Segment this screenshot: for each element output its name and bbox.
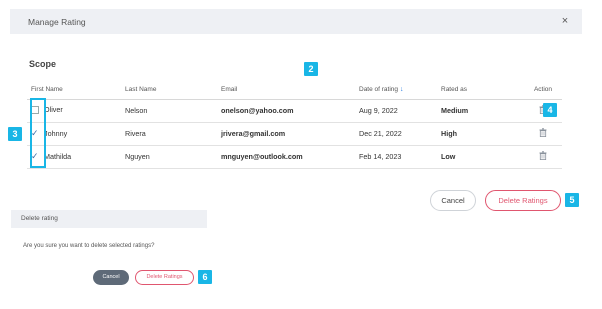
scope-title: Scope: [29, 59, 57, 69]
date-cell: Feb 14, 2023: [359, 145, 441, 169]
callout-marker-4: 4: [543, 103, 557, 117]
dialog-message: Are you sure you want to delete selected…: [23, 243, 155, 249]
first-name-cell: Mathilda: [44, 151, 72, 161]
modal-header: Manage Rating ×: [10, 9, 582, 34]
trash-icon[interactable]: [539, 128, 547, 137]
first-name-cell: Oliver: [44, 105, 63, 115]
email-cell: onelson@yahoo.com: [221, 99, 359, 123]
column-header-email: Email: [221, 80, 359, 100]
callout-marker-6: 6: [198, 270, 212, 284]
delete-ratings-button[interactable]: Delete Ratings: [485, 190, 561, 211]
callout-marker-5: 5: [565, 193, 579, 207]
column-header-action: Action: [524, 80, 562, 100]
ratings-table: First Name Last Name Email Date of ratin…: [27, 80, 562, 169]
table-row: ✓ Johnny Rivera jrivera@gmail.com Dec 21…: [27, 122, 562, 146]
last-name-cell: Nguyen: [125, 145, 221, 169]
column-header-date[interactable]: Date of rating ↓: [359, 80, 441, 100]
date-cell: Aug 9, 2022: [359, 99, 441, 123]
rated-as-cell: Low: [441, 145, 524, 169]
table-header-row: First Name Last Name Email Date of ratin…: [27, 80, 562, 100]
last-name-cell: Nelson: [125, 99, 221, 123]
sort-down-icon[interactable]: ↓: [400, 86, 404, 93]
table-row: Oliver Nelson onelson@yahoo.com Aug 9, 2…: [27, 99, 562, 123]
close-icon[interactable]: ×: [558, 14, 572, 28]
checkbox-highlight: [30, 98, 46, 168]
trash-icon[interactable]: [539, 151, 547, 160]
callout-marker-3: 3: [8, 127, 22, 141]
callout-marker-2: 2: [304, 62, 318, 76]
rated-as-cell: Medium: [441, 99, 524, 123]
rated-as-cell: High: [441, 122, 524, 146]
column-header-rated-as: Rated as: [441, 80, 524, 100]
dialog-delete-ratings-button[interactable]: Delete Ratings: [135, 270, 194, 285]
modal-title: Manage Rating: [28, 16, 86, 27]
date-cell: Dec 21, 2022: [359, 122, 441, 146]
column-header-last-name: Last Name: [125, 80, 221, 100]
last-name-cell: Rivera: [125, 122, 221, 146]
column-header-first-name: First Name: [27, 80, 125, 100]
dialog-cancel-button[interactable]: Cancel: [93, 270, 129, 285]
email-cell: mnguyen@outlook.com: [221, 145, 359, 169]
table-row: ✓ Mathilda Nguyen mnguyen@outlook.com Fe…: [27, 145, 562, 169]
column-header-date-label: Date of rating: [359, 85, 399, 93]
first-name-cell: Johnny: [44, 128, 68, 138]
email-cell: jrivera@gmail.com: [221, 122, 359, 146]
dialog-title: Delete rating: [11, 210, 207, 228]
cancel-button[interactable]: Cancel: [430, 190, 476, 211]
